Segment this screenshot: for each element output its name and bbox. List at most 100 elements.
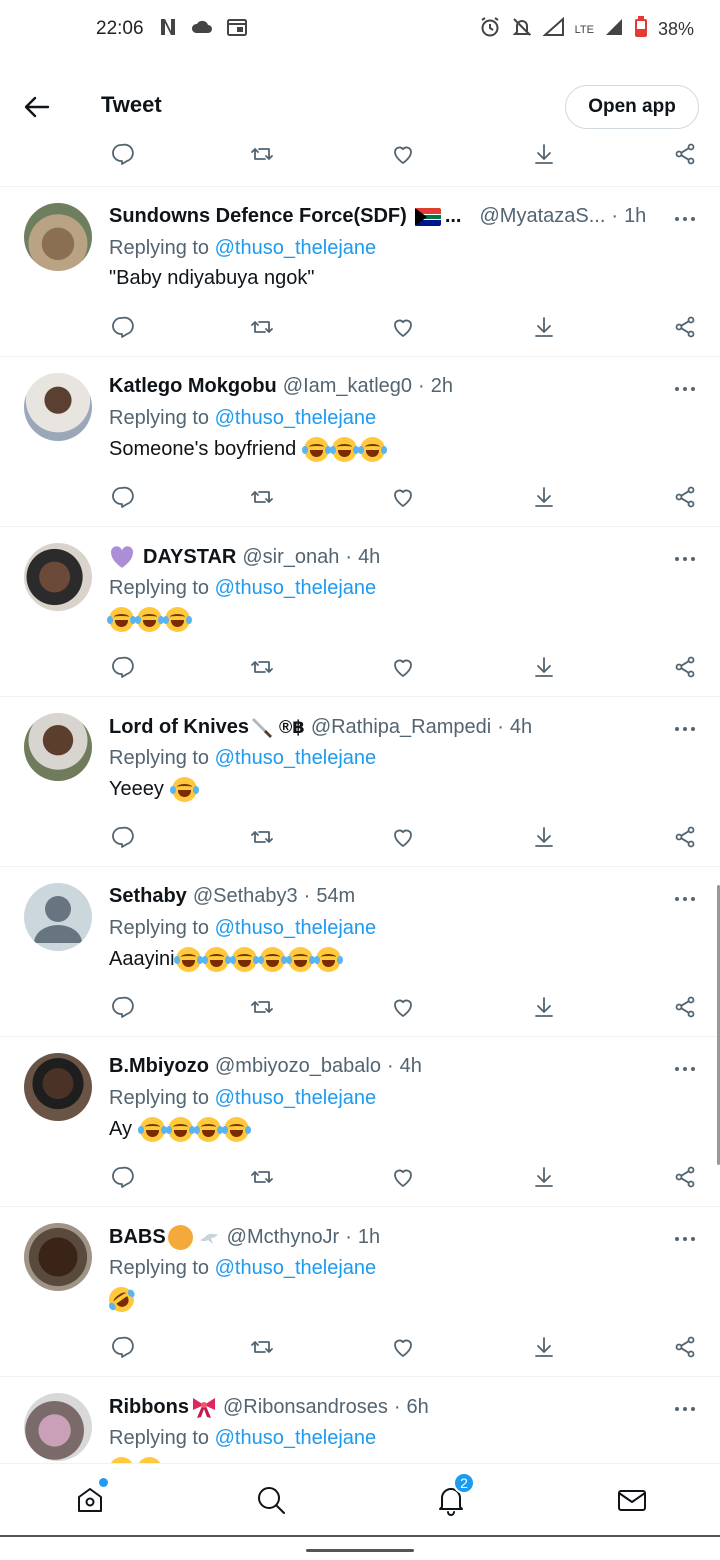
download-button[interactable] bbox=[526, 309, 562, 345]
more-options-button[interactable] bbox=[668, 1395, 702, 1423]
avatar[interactable] bbox=[24, 1053, 92, 1121]
more-options-button[interactable] bbox=[668, 715, 702, 743]
tweet-time[interactable]: 4h bbox=[358, 546, 380, 569]
like-button[interactable] bbox=[385, 479, 421, 515]
tweet[interactable]: Lord of Knives ®฿ @Rathipa_Rampedi · 4h … bbox=[0, 696, 720, 866]
mention-link[interactable]: @thuso_thelejane bbox=[215, 577, 377, 599]
share-button[interactable] bbox=[667, 989, 703, 1025]
mention-link[interactable]: @thuso_thelejane bbox=[215, 1257, 377, 1279]
share-button[interactable] bbox=[667, 309, 703, 345]
tweet[interactable]: Ribbons @Ribonsandroses · 6h Replying to… bbox=[0, 1376, 720, 1463]
default-avatar[interactable] bbox=[24, 883, 92, 951]
more-options-button[interactable] bbox=[668, 205, 702, 233]
nav-home[interactable] bbox=[70, 1478, 110, 1520]
share-button[interactable] bbox=[667, 649, 703, 685]
author-handle[interactable]: @mbiyozo_babalo bbox=[215, 1055, 381, 1078]
author-handle[interactable]: @Rathipa_Rampedi bbox=[311, 716, 491, 739]
retweet-button[interactable] bbox=[244, 1159, 280, 1195]
download-button[interactable] bbox=[526, 1159, 562, 1195]
retweet-button[interactable] bbox=[244, 649, 280, 685]
more-options-button[interactable] bbox=[668, 375, 702, 403]
author-handle[interactable]: @McthynoJr bbox=[227, 1226, 340, 1249]
reply-button[interactable] bbox=[104, 136, 140, 172]
avatar[interactable] bbox=[24, 1223, 92, 1291]
author-name[interactable]: BABS bbox=[109, 1226, 166, 1249]
tweet[interactable]: Sethaby @Sethaby3 · 54m Replying to @thu… bbox=[0, 866, 720, 1036]
mention-link[interactable]: @thuso_thelejane bbox=[215, 237, 377, 259]
author-name[interactable]: Katlego Mokgobu bbox=[109, 375, 277, 398]
tweet-time[interactable]: 6h bbox=[407, 1396, 429, 1419]
like-button[interactable] bbox=[385, 649, 421, 685]
tweet-time[interactable]: 4h bbox=[510, 716, 532, 739]
retweet-button[interactable] bbox=[244, 989, 280, 1025]
nav-search[interactable] bbox=[251, 1480, 291, 1520]
author-handle[interactable]: @sir_onah bbox=[242, 546, 339, 569]
reply-button[interactable] bbox=[104, 309, 140, 345]
tweet[interactable]: DAYSTAR @sir_onah · 4h Replying to @thus… bbox=[0, 526, 720, 696]
like-button[interactable] bbox=[385, 989, 421, 1025]
retweet-button[interactable] bbox=[244, 1329, 280, 1365]
download-button[interactable] bbox=[526, 1329, 562, 1365]
more-options-button[interactable] bbox=[668, 1055, 702, 1083]
tweet-time[interactable]: 1h bbox=[624, 205, 646, 228]
author-name[interactable]: DAYSTAR bbox=[143, 546, 236, 569]
reply-button[interactable] bbox=[104, 649, 140, 685]
download-button[interactable] bbox=[526, 136, 562, 172]
avatar[interactable] bbox=[24, 1393, 92, 1461]
avatar[interactable] bbox=[24, 713, 92, 781]
tweet[interactable]: Sundowns Defence Force(SDF) ... @Myataza… bbox=[0, 186, 720, 356]
retweet-button[interactable] bbox=[244, 136, 280, 172]
author-name[interactable]: B.Mbiyozo bbox=[109, 1055, 209, 1078]
tweet-time[interactable]: 1h bbox=[358, 1226, 380, 1249]
reply-button[interactable] bbox=[104, 1329, 140, 1365]
download-button[interactable] bbox=[526, 649, 562, 685]
more-options-button[interactable] bbox=[668, 1225, 702, 1253]
tweet[interactable]: BABS @McthynoJr · 1h Replying to @thuso_… bbox=[0, 1206, 720, 1376]
share-button[interactable] bbox=[667, 1159, 703, 1195]
back-button[interactable] bbox=[20, 90, 54, 124]
tweet[interactable]: B.Mbiyozo @mbiyozo_babalo · 4h Replying … bbox=[0, 1036, 720, 1206]
tweet-time[interactable]: 2h bbox=[431, 375, 453, 398]
share-button[interactable] bbox=[667, 479, 703, 515]
author-handle[interactable]: @Sethaby3 bbox=[193, 885, 298, 908]
mention-link[interactable]: @thuso_thelejane bbox=[215, 407, 377, 429]
tweet-time[interactable]: 4h bbox=[400, 1055, 422, 1078]
mention-link[interactable]: @thuso_thelejane bbox=[215, 1087, 377, 1109]
more-options-button[interactable] bbox=[668, 885, 702, 913]
nav-notifications[interactable]: 2 bbox=[431, 1472, 475, 1520]
open-app-button[interactable]: Open app bbox=[565, 85, 699, 129]
author-handle[interactable]: @Ribonsandroses bbox=[223, 1396, 388, 1419]
like-button[interactable] bbox=[385, 1159, 421, 1195]
share-button[interactable] bbox=[667, 1329, 703, 1365]
author-name[interactable]: Lord of Knives bbox=[109, 716, 249, 739]
download-button[interactable] bbox=[526, 989, 562, 1025]
more-options-button[interactable] bbox=[668, 545, 702, 573]
mention-link[interactable]: @thuso_thelejane bbox=[215, 1427, 377, 1449]
like-button[interactable] bbox=[385, 1329, 421, 1365]
reply-button[interactable] bbox=[104, 989, 140, 1025]
download-button[interactable] bbox=[526, 819, 562, 855]
reply-button[interactable] bbox=[104, 479, 140, 515]
home-gesture-pill[interactable] bbox=[306, 1549, 414, 1552]
retweet-button[interactable] bbox=[244, 309, 280, 345]
like-button[interactable] bbox=[385, 136, 421, 172]
reply-button[interactable] bbox=[104, 1159, 140, 1195]
like-button[interactable] bbox=[385, 819, 421, 855]
author-name[interactable]: Ribbons bbox=[109, 1396, 189, 1419]
avatar[interactable] bbox=[24, 543, 92, 611]
avatar[interactable] bbox=[24, 373, 92, 441]
avatar[interactable] bbox=[24, 203, 92, 271]
mention-link[interactable]: @thuso_thelejane bbox=[215, 747, 377, 769]
download-button[interactable] bbox=[526, 479, 562, 515]
tweet[interactable]: Katlego Mokgobu @Iam_katleg0 · 2h Replyi… bbox=[0, 356, 720, 526]
mention-link[interactable]: @thuso_thelejane bbox=[215, 917, 377, 939]
author-name[interactable]: Sethaby bbox=[109, 885, 187, 908]
share-button[interactable] bbox=[667, 819, 703, 855]
author-handle[interactable]: @MyatazaS... bbox=[479, 205, 605, 228]
nav-messages[interactable] bbox=[612, 1480, 652, 1520]
retweet-button[interactable] bbox=[244, 819, 280, 855]
author-handle[interactable]: @Iam_katleg0 bbox=[283, 375, 412, 398]
retweet-button[interactable] bbox=[244, 479, 280, 515]
author-name[interactable]: Sundowns Defence Force(SDF) bbox=[109, 205, 407, 228]
tweet-time[interactable]: 54m bbox=[316, 885, 355, 908]
